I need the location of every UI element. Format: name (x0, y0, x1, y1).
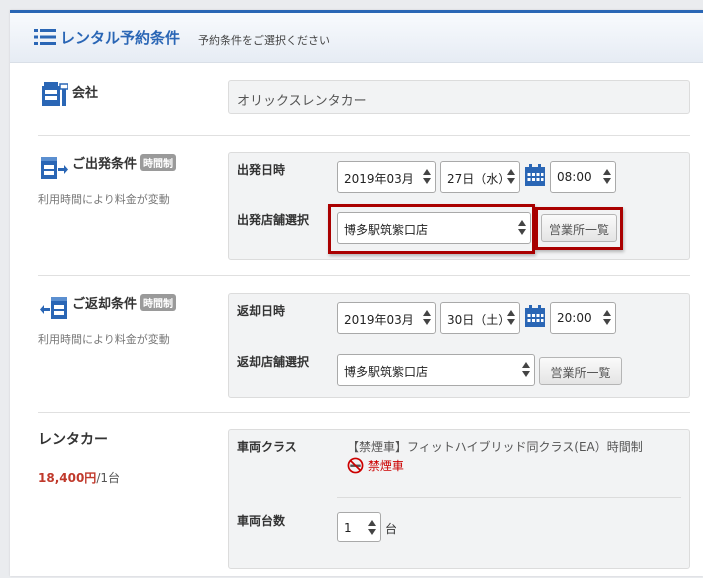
non-smoking-text: 禁煙車 (367, 459, 404, 473)
updown-arrows-icon (507, 169, 515, 185)
departure-title-text: ご出発条件 (72, 157, 138, 172)
departure-icon (41, 157, 68, 179)
updown-arrows-icon (603, 310, 611, 326)
departure-note: 利用時間により料金が変動 (38, 193, 170, 206)
updown-arrows-icon (423, 310, 431, 326)
hourly-badge: 時間制 (140, 294, 177, 311)
vehicle-count-unit: 台 (385, 522, 398, 536)
return-store-value: 博多駅筑紫口店 (344, 365, 429, 379)
panel-header: レンタル予約条件 予約条件をご選択ください (10, 13, 703, 63)
price-unit: /1台 (96, 471, 120, 485)
no-smoking-icon (347, 457, 364, 474)
updown-arrows-icon (368, 520, 376, 536)
updown-arrows-icon (423, 169, 431, 185)
vehicle-count-stepper[interactable]: 1 (337, 512, 381, 542)
departure-time-value: 08:00 (557, 170, 592, 184)
return-box: 返却日時 2019年03月 30日（土） 20:00 返却店舗選択 博多駅筑紫口 (228, 293, 690, 398)
updown-arrows-icon (522, 362, 530, 378)
departure-store-highlight (328, 204, 535, 254)
page-subtitle: 予約条件をご選択ください (198, 34, 330, 47)
departure-section: ご出発条件 時間制 利用時間により料金が変動 出発日時 2019年03月 27日（… (38, 136, 690, 276)
return-datetime-label: 返却日時 (237, 304, 286, 318)
return-month-value: 2019年03月 (344, 313, 414, 327)
return-section: ご返却条件 時間制 利用時間により料金が変動 返却日時 2019年03月 30日（… (38, 276, 690, 413)
departure-day-value: 27日（水） (447, 172, 511, 186)
return-icon (40, 297, 67, 319)
company-value: オリックスレンタカー (237, 94, 367, 109)
rental-price: 18,400円/1台 (38, 469, 120, 486)
vehicle-count-label: 車両台数 (237, 514, 286, 528)
calendar-icon[interactable] (524, 163, 546, 187)
return-store-list-button[interactable]: 営業所一覧 (539, 357, 622, 385)
return-month-select[interactable]: 2019年03月 (337, 302, 436, 334)
return-day-select[interactable]: 30日（土） (440, 302, 520, 334)
return-title-text: ご返却条件 (72, 297, 138, 312)
rental-box: 車両クラス 【禁煙車】フィットハイブリッド同クラス(EA）時間制 禁煙車 車両台… (228, 429, 690, 569)
return-time-select[interactable]: 20:00 (550, 302, 616, 334)
departure-datetime-label: 出発日時 (237, 163, 286, 177)
departure-day-select[interactable]: 27日（水） (440, 161, 520, 193)
return-day-value: 30日（土） (447, 313, 511, 327)
return-title: ご返却条件 時間制 (72, 293, 177, 312)
vehicle-class-label: 車両クラス (237, 440, 297, 454)
return-time-value: 20:00 (557, 311, 592, 325)
return-store-label: 返却店舗選択 (237, 355, 310, 369)
reservation-panel: レンタル予約条件 予約条件をご選択ください 会社 オリックスレンタカー ご出発条… (10, 10, 703, 576)
return-store-select[interactable]: 博多駅筑紫口店 (337, 354, 535, 386)
departure-box: 出発日時 2019年03月 27日（水） 08:00 出発店舗選択 博多駅筑紫口 (228, 152, 690, 260)
departure-time-select[interactable]: 08:00 (550, 161, 616, 193)
departure-month-select[interactable]: 2019年03月 (337, 161, 436, 193)
updown-arrows-icon (507, 310, 515, 326)
divider (337, 497, 681, 498)
vehicle-class-value: 【禁煙車】フィットハイブリッド同クラス(EA）時間制 (347, 440, 643, 454)
vehicle-count-value: 1 (344, 521, 352, 535)
rental-section: レンタカー 18,400円/1台 車両クラス 【禁煙車】フィットハイブリッド同ク… (38, 413, 690, 573)
non-smoking-label: 禁煙車 (347, 457, 404, 474)
company-building-icon (42, 82, 68, 106)
company-section: 会社 オリックスレンタカー (38, 66, 690, 136)
departure-month-value: 2019年03月 (344, 172, 414, 186)
hourly-badge: 時間制 (140, 154, 177, 171)
page-title: レンタル予約条件 (60, 29, 181, 47)
company-title: 会社 (72, 86, 99, 101)
list-icon (34, 29, 56, 45)
departure-store-label: 出発店舗選択 (237, 213, 310, 227)
departure-title: ご出発条件 時間制 (72, 153, 177, 172)
price-value: 18,400円 (38, 471, 97, 485)
return-note: 利用時間により料金が変動 (38, 333, 170, 346)
company-value-box: オリックスレンタカー (228, 80, 690, 114)
updown-arrows-icon (603, 169, 611, 185)
rental-title: レンタカー (38, 432, 108, 448)
calendar-icon[interactable] (524, 304, 546, 328)
store-list-button-highlight (535, 207, 623, 250)
